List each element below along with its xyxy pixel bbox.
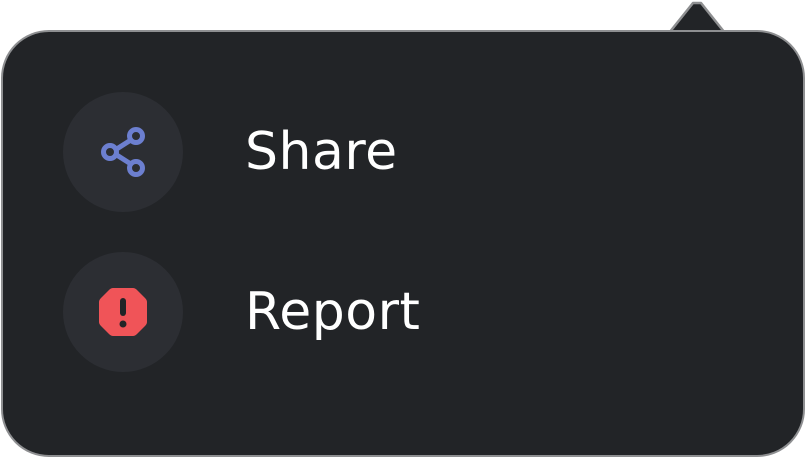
menu-item-report-label: Report: [245, 282, 421, 342]
menu-item-report[interactable]: Report: [63, 252, 663, 372]
popup-caret: [667, 1, 727, 37]
alert-octagon-icon: [99, 288, 147, 336]
share-icon: [101, 127, 145, 177]
menu-item-share[interactable]: Share: [63, 92, 663, 212]
popup-menu-stage: Share Report: [0, 0, 808, 460]
report-icon-circle: [63, 252, 183, 372]
share-icon-circle: [63, 92, 183, 212]
menu-item-share-label: Share: [245, 122, 398, 182]
